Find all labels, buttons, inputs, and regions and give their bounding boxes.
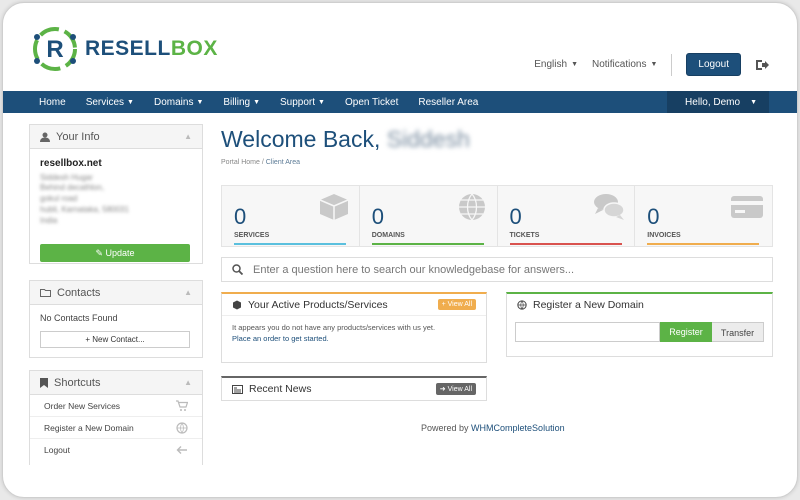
chevron-up-icon[interactable]: ▲: [184, 132, 192, 141]
user-name: Siddesh: [386, 126, 470, 152]
chevron-up-icon[interactable]: ▲: [184, 288, 192, 297]
browser-frame: R RESELLBOX English ▼ Notifications ▼ Logo…: [2, 2, 798, 498]
chevron-up-icon[interactable]: ▲: [184, 378, 192, 387]
your-info-header[interactable]: Your Info ▲: [30, 125, 202, 149]
contacts-panel: Contacts ▲ No Contacts Found + New Conta…: [29, 280, 203, 358]
arrow-left-icon: [176, 446, 187, 454]
your-info-body: resellbox.net Siddesh Hugar Behind decat…: [40, 158, 129, 225]
cube-icon: [319, 194, 349, 220]
caret-down-icon: ▼: [318, 98, 325, 106]
language-dropdown[interactable]: English ▼: [534, 59, 578, 70]
shortcuts-header[interactable]: Shortcuts ▲: [30, 371, 202, 395]
stat-services[interactable]: 0 SERVICES: [222, 186, 360, 246]
knowledgebase-search[interactable]: Enter a question here to search our know…: [221, 257, 773, 282]
brand-name: RESELLBOX: [85, 37, 218, 60]
search-icon: [232, 264, 243, 275]
active-products-header: Your Active Products/Services + View All: [222, 294, 486, 316]
contacts-header[interactable]: Contacts ▲: [30, 281, 202, 305]
caret-down-icon: ▼: [650, 61, 658, 68]
caret-down-icon: ▼: [127, 98, 134, 106]
new-contact-button[interactable]: + New Contact...: [40, 331, 190, 348]
page-title: Welcome Back, Siddesh: [221, 126, 470, 152]
logout-button[interactable]: Logout: [686, 53, 741, 76]
folder-icon: [40, 289, 51, 297]
register-button[interactable]: Register: [660, 322, 712, 342]
pencil-icon: ✎: [95, 248, 103, 259]
newspaper-icon: [232, 384, 243, 394]
globe-icon: [176, 421, 188, 434]
brand-logo[interactable]: R RESELLBOX: [29, 23, 218, 75]
update-button[interactable]: ✎ Update: [40, 244, 190, 263]
shortcut-order-new-services[interactable]: Order New Services: [30, 395, 202, 417]
recent-news-header: Recent News ➜ View All: [222, 378, 486, 400]
nav-services[interactable]: Services ▼: [76, 91, 144, 113]
view-all-products-button[interactable]: + View All: [437, 299, 476, 310]
domain-search-row: Register Transfer: [515, 322, 764, 342]
caret-down-icon: ▼: [571, 61, 578, 68]
shortcut-register-domain[interactable]: Register a New Domain: [30, 417, 202, 439]
view-all-news-button[interactable]: ➜ View All: [435, 383, 476, 395]
resellbox-logo-icon: R: [33, 27, 77, 71]
nav-support[interactable]: Support ▼: [270, 91, 335, 113]
active-products-body: It appears you do not have any products/…: [222, 316, 486, 351]
place-order-link[interactable]: Place an order to get started.: [232, 333, 476, 344]
footer-link[interactable]: WHMCompleteSolution: [471, 423, 565, 433]
register-domain-header: Register a New Domain: [507, 294, 772, 316]
user-icon: [40, 132, 50, 142]
stat-tickets[interactable]: 0 TICKETS: [498, 186, 636, 246]
chat-icon: [594, 194, 625, 220]
stats-panel: 0 SERVICES 0 DOMAINS 0 TICKETS 0 INVOICE…: [221, 185, 773, 247]
header: R RESELLBOX English ▼ Notifications ▼ Logo…: [3, 3, 797, 91]
bookmark-icon: [40, 377, 48, 388]
contacts-body: No Contacts Found + New Contact...: [30, 305, 202, 356]
register-domain-card: Register a New Domain Register Transfer: [506, 292, 773, 357]
divider: [671, 53, 673, 76]
nav-domains[interactable]: Domains ▼: [144, 91, 213, 113]
stat-domains[interactable]: 0 DOMAINS: [360, 186, 498, 246]
your-info-panel: Your Info ▲ resellbox.net Siddesh Hugar …: [29, 124, 203, 264]
globe-icon: [458, 193, 485, 221]
main-nav: Home Services ▼ Domains ▼ Billing ▼ Support…: [3, 91, 797, 113]
sign-out-icon[interactable]: [755, 58, 769, 72]
active-products-card: Your Active Products/Services + View All…: [221, 292, 487, 363]
nav-reseller-area[interactable]: Reseller Area: [408, 91, 488, 113]
footer: Powered by WHMCompleteSolution: [421, 423, 565, 433]
breadcrumb-current: Client Area: [265, 159, 301, 166]
globe-icon: [517, 300, 527, 310]
top-links: English ▼ Notifications ▼ Logout: [534, 53, 769, 76]
credit-card-icon: [731, 196, 763, 218]
user-menu[interactable]: Hello, Demo ▼: [667, 91, 769, 113]
recent-news-card: Recent News ➜ View All: [221, 376, 487, 401]
caret-down-icon: ▼: [253, 98, 261, 106]
nav-open-ticket[interactable]: Open Ticket: [335, 91, 408, 113]
plus-icon: +: [85, 335, 90, 344]
svg-text:R: R: [46, 36, 63, 63]
shortcuts-panel: Shortcuts ▲ Order New Services Register …: [29, 370, 203, 465]
nav-billing[interactable]: Billing ▼: [213, 91, 270, 113]
caret-down-icon: ▼: [750, 98, 757, 106]
breadcrumb-home[interactable]: Portal Home: [221, 159, 260, 166]
cart-icon: [176, 399, 188, 411]
stat-invoices[interactable]: 0 INVOICES: [635, 186, 772, 246]
shortcut-logout[interactable]: Logout: [30, 439, 202, 461]
notifications-dropdown[interactable]: Notifications ▼: [592, 59, 657, 70]
breadcrumb: Portal Home / Client Area: [221, 159, 301, 166]
arrow-right-icon: ➜: [439, 386, 446, 393]
domain-input[interactable]: [515, 322, 660, 342]
cube-icon: [233, 300, 241, 309]
transfer-button[interactable]: Transfer: [712, 322, 764, 342]
nav-home[interactable]: Home: [3, 91, 76, 113]
search-input[interactable]: Enter a question here to search our know…: [253, 264, 574, 276]
caret-down-icon: ▼: [196, 98, 204, 106]
